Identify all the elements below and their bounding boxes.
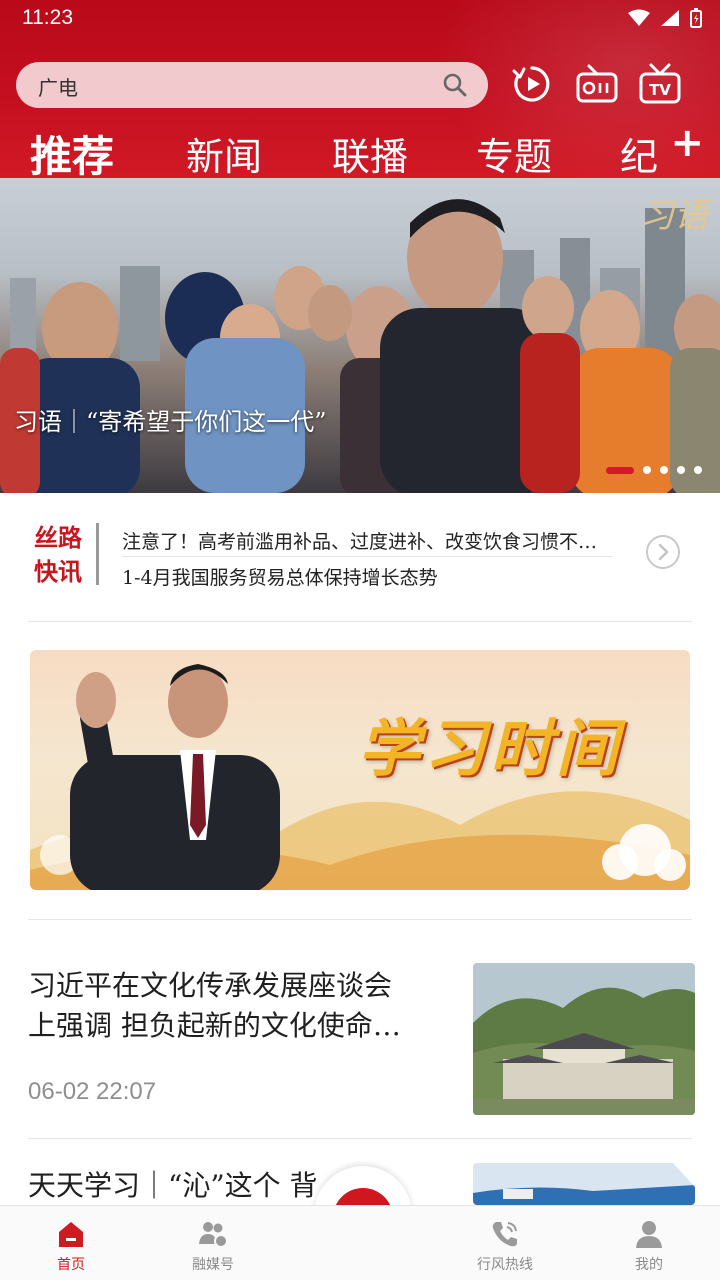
hero-carousel[interactable]: 习语 习语｜“寄希望于你们这一代” bbox=[0, 178, 720, 493]
tab-special[interactable]: 专题 bbox=[476, 130, 552, 178]
channel-tabs: 推荐 新闻 联播 专题 纪 bbox=[0, 124, 720, 178]
radio-icon bbox=[576, 64, 618, 103]
tv-button[interactable]: TV bbox=[638, 62, 682, 106]
carousel-dot bbox=[694, 466, 702, 474]
flash-separator bbox=[122, 556, 612, 557]
section-divider bbox=[28, 919, 692, 920]
carousel-indicator bbox=[606, 466, 702, 474]
flash-divider bbox=[96, 523, 99, 585]
tab-recommend[interactable]: 推荐 bbox=[30, 130, 114, 178]
news-title-line: 上强调 担负起新的文化使命… bbox=[28, 1009, 401, 1042]
add-channel-button[interactable]: + bbox=[670, 123, 704, 163]
chevron-right-icon bbox=[658, 543, 669, 561]
nav-profile[interactable]: 我的 bbox=[594, 1218, 704, 1274]
flash-news-item[interactable]: 1-4月我国服务贸易总体保持增长态势 bbox=[122, 563, 612, 590]
section-divider bbox=[28, 621, 692, 622]
news-thumbnail bbox=[473, 1163, 695, 1205]
tab-documentary[interactable]: 纪 bbox=[620, 130, 658, 178]
news-thumbnail bbox=[473, 963, 695, 1115]
section-divider bbox=[28, 1138, 692, 1139]
playback-button[interactable] bbox=[510, 62, 554, 106]
flash-more-button[interactable] bbox=[646, 535, 680, 569]
svg-text:TV: TV bbox=[649, 81, 671, 99]
flash-news-item[interactable]: 注意了！高考前滥用补品、过度进补、改变饮食习惯不… bbox=[122, 527, 612, 554]
nav-label-media: 融媒号 bbox=[192, 1257, 234, 1273]
status-icons bbox=[628, 8, 702, 28]
battery-icon bbox=[690, 8, 702, 28]
nav-hotline[interactable]: 行风热线 bbox=[450, 1218, 560, 1274]
app-header: 11:23 广电 TV 推荐 新闻 联播 专题 纪 + bbox=[0, 0, 720, 178]
search-icon[interactable] bbox=[442, 72, 468, 98]
carousel-dot bbox=[643, 466, 651, 474]
tv-icon: TV bbox=[639, 63, 681, 104]
phone-icon bbox=[492, 1222, 517, 1247]
status-time: 11:23 bbox=[22, 6, 73, 29]
people-icon bbox=[199, 1222, 228, 1248]
status-bar: 11:23 bbox=[0, 0, 720, 40]
nav-media[interactable]: 融媒号 bbox=[158, 1218, 268, 1274]
news-title-line: 天天学习｜“沁”这个 背 bbox=[28, 1169, 318, 1202]
flash-news-title-line1: 丝路 bbox=[34, 523, 82, 552]
nav-label-home: 首页 bbox=[57, 1257, 85, 1273]
banner-watermark-logo: 习语 bbox=[640, 196, 708, 236]
carousel-dot-active bbox=[606, 466, 634, 474]
study-banner-title: 学习时间 bbox=[358, 712, 623, 785]
banner-caption: 习语｜“寄希望于你们这一代” bbox=[14, 408, 327, 436]
nav-home[interactable]: 首页 bbox=[16, 1218, 126, 1274]
flash-news-panel[interactable]: 丝路 快讯 注意了！高考前滥用补品、过度进补、改变饮食习惯不… 1-4月我国服务… bbox=[0, 493, 720, 621]
search-text: 广电 bbox=[38, 76, 78, 100]
news-title-line: 习近平在文化传承发展座谈会 bbox=[28, 969, 393, 1002]
carousel-dot bbox=[660, 466, 668, 474]
play-circle-icon bbox=[512, 66, 550, 102]
home-icon bbox=[59, 1222, 83, 1247]
study-time-banner[interactable]: 学习时间 bbox=[30, 650, 690, 890]
carousel-dot bbox=[677, 466, 685, 474]
news-timestamp: 06-02 22:07 bbox=[28, 1078, 157, 1105]
hero-photo bbox=[0, 199, 720, 493]
signal-icon bbox=[661, 10, 679, 26]
nav-label-hotline: 行风热线 bbox=[477, 1257, 533, 1273]
user-icon bbox=[636, 1221, 662, 1248]
wifi-icon bbox=[628, 9, 650, 26]
radio-button[interactable] bbox=[575, 62, 619, 106]
flash-news-title-line2: 快讯 bbox=[34, 557, 82, 586]
flash-news-title: 丝路 快讯 bbox=[28, 521, 88, 589]
nav-label-profile: 我的 bbox=[635, 1257, 663, 1273]
search-input[interactable]: 广电 bbox=[16, 62, 488, 108]
tab-news[interactable]: 新闻 bbox=[186, 130, 262, 178]
tab-broadcast[interactable]: 联播 bbox=[332, 130, 408, 178]
bottom-navigation: 首页 融媒号 行风热线 我的 bbox=[0, 1205, 720, 1280]
